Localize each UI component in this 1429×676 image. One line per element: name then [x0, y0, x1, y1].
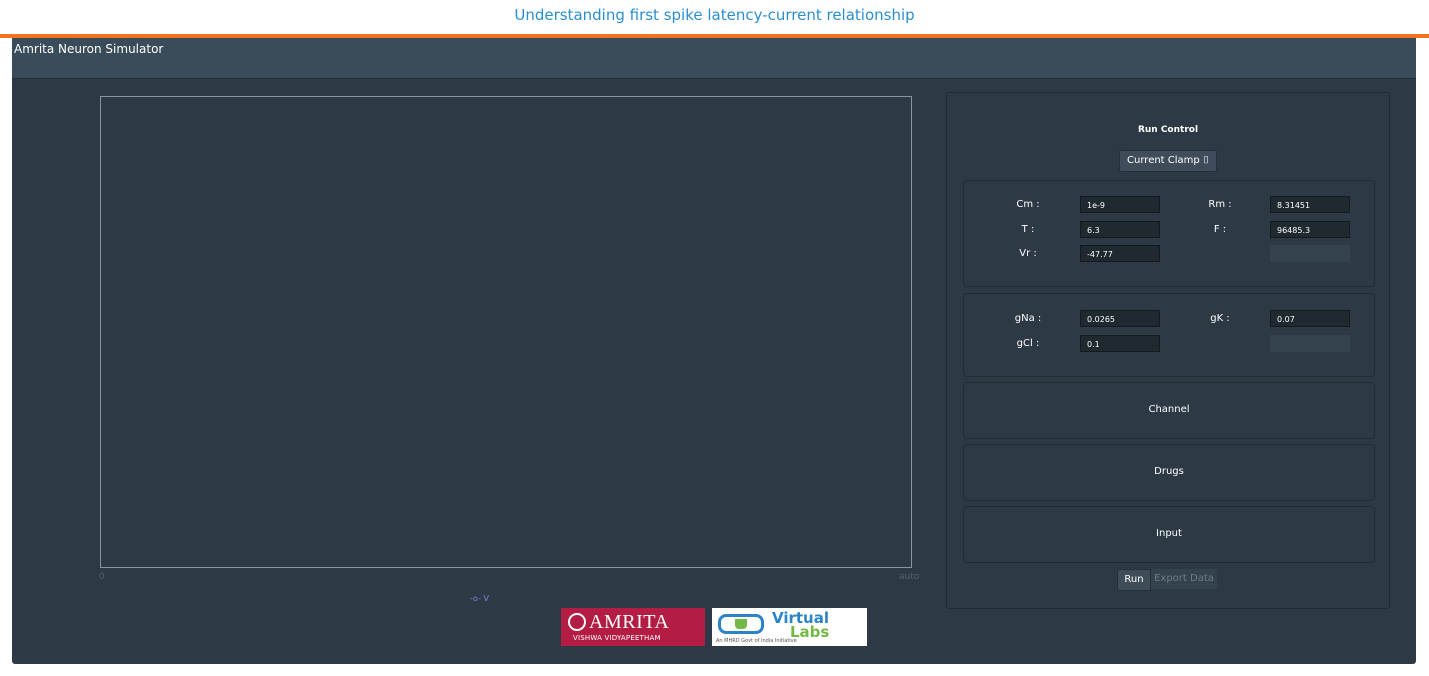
run-control-title: Run Control: [1137, 125, 1199, 135]
plot-legend[interactable]: -o- V: [470, 594, 489, 603]
amrita-logo-text: AMRITA: [589, 611, 670, 633]
empty-field: [1270, 335, 1350, 352]
rm-input[interactable]: 8.31451: [1270, 196, 1350, 213]
run-button[interactable]: Run: [1117, 569, 1151, 591]
t-label: T :: [1021, 224, 1035, 235]
conductance-group: gNa : 0.0265 gK : 0.07 gCl : 0.1: [963, 293, 1375, 377]
app-title: Amrita Neuron Simulator: [14, 42, 164, 56]
t-input[interactable]: 6.3: [1080, 221, 1160, 238]
gcl-input[interactable]: 0.1: [1080, 335, 1160, 352]
amrita-emblem-icon: [568, 613, 586, 631]
drugs-section[interactable]: Drugs: [963, 444, 1375, 501]
clamp-mode-select[interactable]: Current Clamp ⌷: [1119, 150, 1217, 172]
vr-label: Vr :: [1019, 248, 1037, 259]
x-axis-start-label: 0: [99, 572, 105, 582]
empty-field: [1270, 245, 1350, 262]
channel-section-title[interactable]: Channel: [964, 404, 1374, 415]
input-section-title[interactable]: Input: [964, 528, 1374, 539]
app-header: Amrita Neuron Simulator: [12, 38, 1416, 79]
amrita-logo-subtext: VISHWA VIDYAPEETHAM: [573, 634, 661, 642]
page-header: Understanding first spike latency-curren…: [0, 0, 1429, 38]
amrita-logo: AMRITA VISHWA VIDYAPEETHAM: [561, 608, 705, 646]
input-section[interactable]: Input: [963, 506, 1375, 563]
gcl-label: gCl :: [1016, 338, 1040, 349]
f-label: F :: [1213, 224, 1227, 235]
gk-label: gK :: [1210, 313, 1230, 324]
gna-label: gNa :: [1014, 313, 1042, 324]
gna-input[interactable]: 0.0265: [1080, 310, 1160, 327]
vr-input[interactable]: -47.77: [1080, 245, 1160, 262]
export-data-button[interactable]: Export Data: [1151, 569, 1217, 589]
drugs-section-title[interactable]: Drugs: [964, 466, 1374, 477]
simulator-app: Amrita Neuron Simulator 0 auto -o- V AMR…: [12, 38, 1416, 664]
membrane-params-group: Cm : 1e-9 Rm : 8.31451 T : 6.3 F : 96485…: [963, 180, 1375, 287]
cm-input[interactable]: 1e-9: [1080, 196, 1160, 213]
channel-section[interactable]: Channel: [963, 382, 1375, 439]
virtual-labs-icon: [718, 614, 764, 634]
cm-label: Cm :: [1016, 199, 1040, 210]
virtual-labs-tagline: An MHRD Govt of India Initiative: [716, 638, 797, 644]
rm-label: Rm :: [1208, 199, 1232, 210]
f-input[interactable]: 96485.3: [1270, 221, 1350, 238]
virtual-labs-logo: Virtual Labs An MHRD Govt of India Initi…: [712, 608, 867, 646]
gk-input[interactable]: 0.07: [1270, 310, 1350, 327]
run-control-panel: Run Control Current Clamp ⌷ Cm : 1e-9 Rm…: [946, 92, 1390, 609]
plot-area: [100, 96, 912, 568]
page-title: Understanding first spike latency-curren…: [514, 6, 915, 24]
x-axis-end-label: auto: [899, 572, 920, 582]
